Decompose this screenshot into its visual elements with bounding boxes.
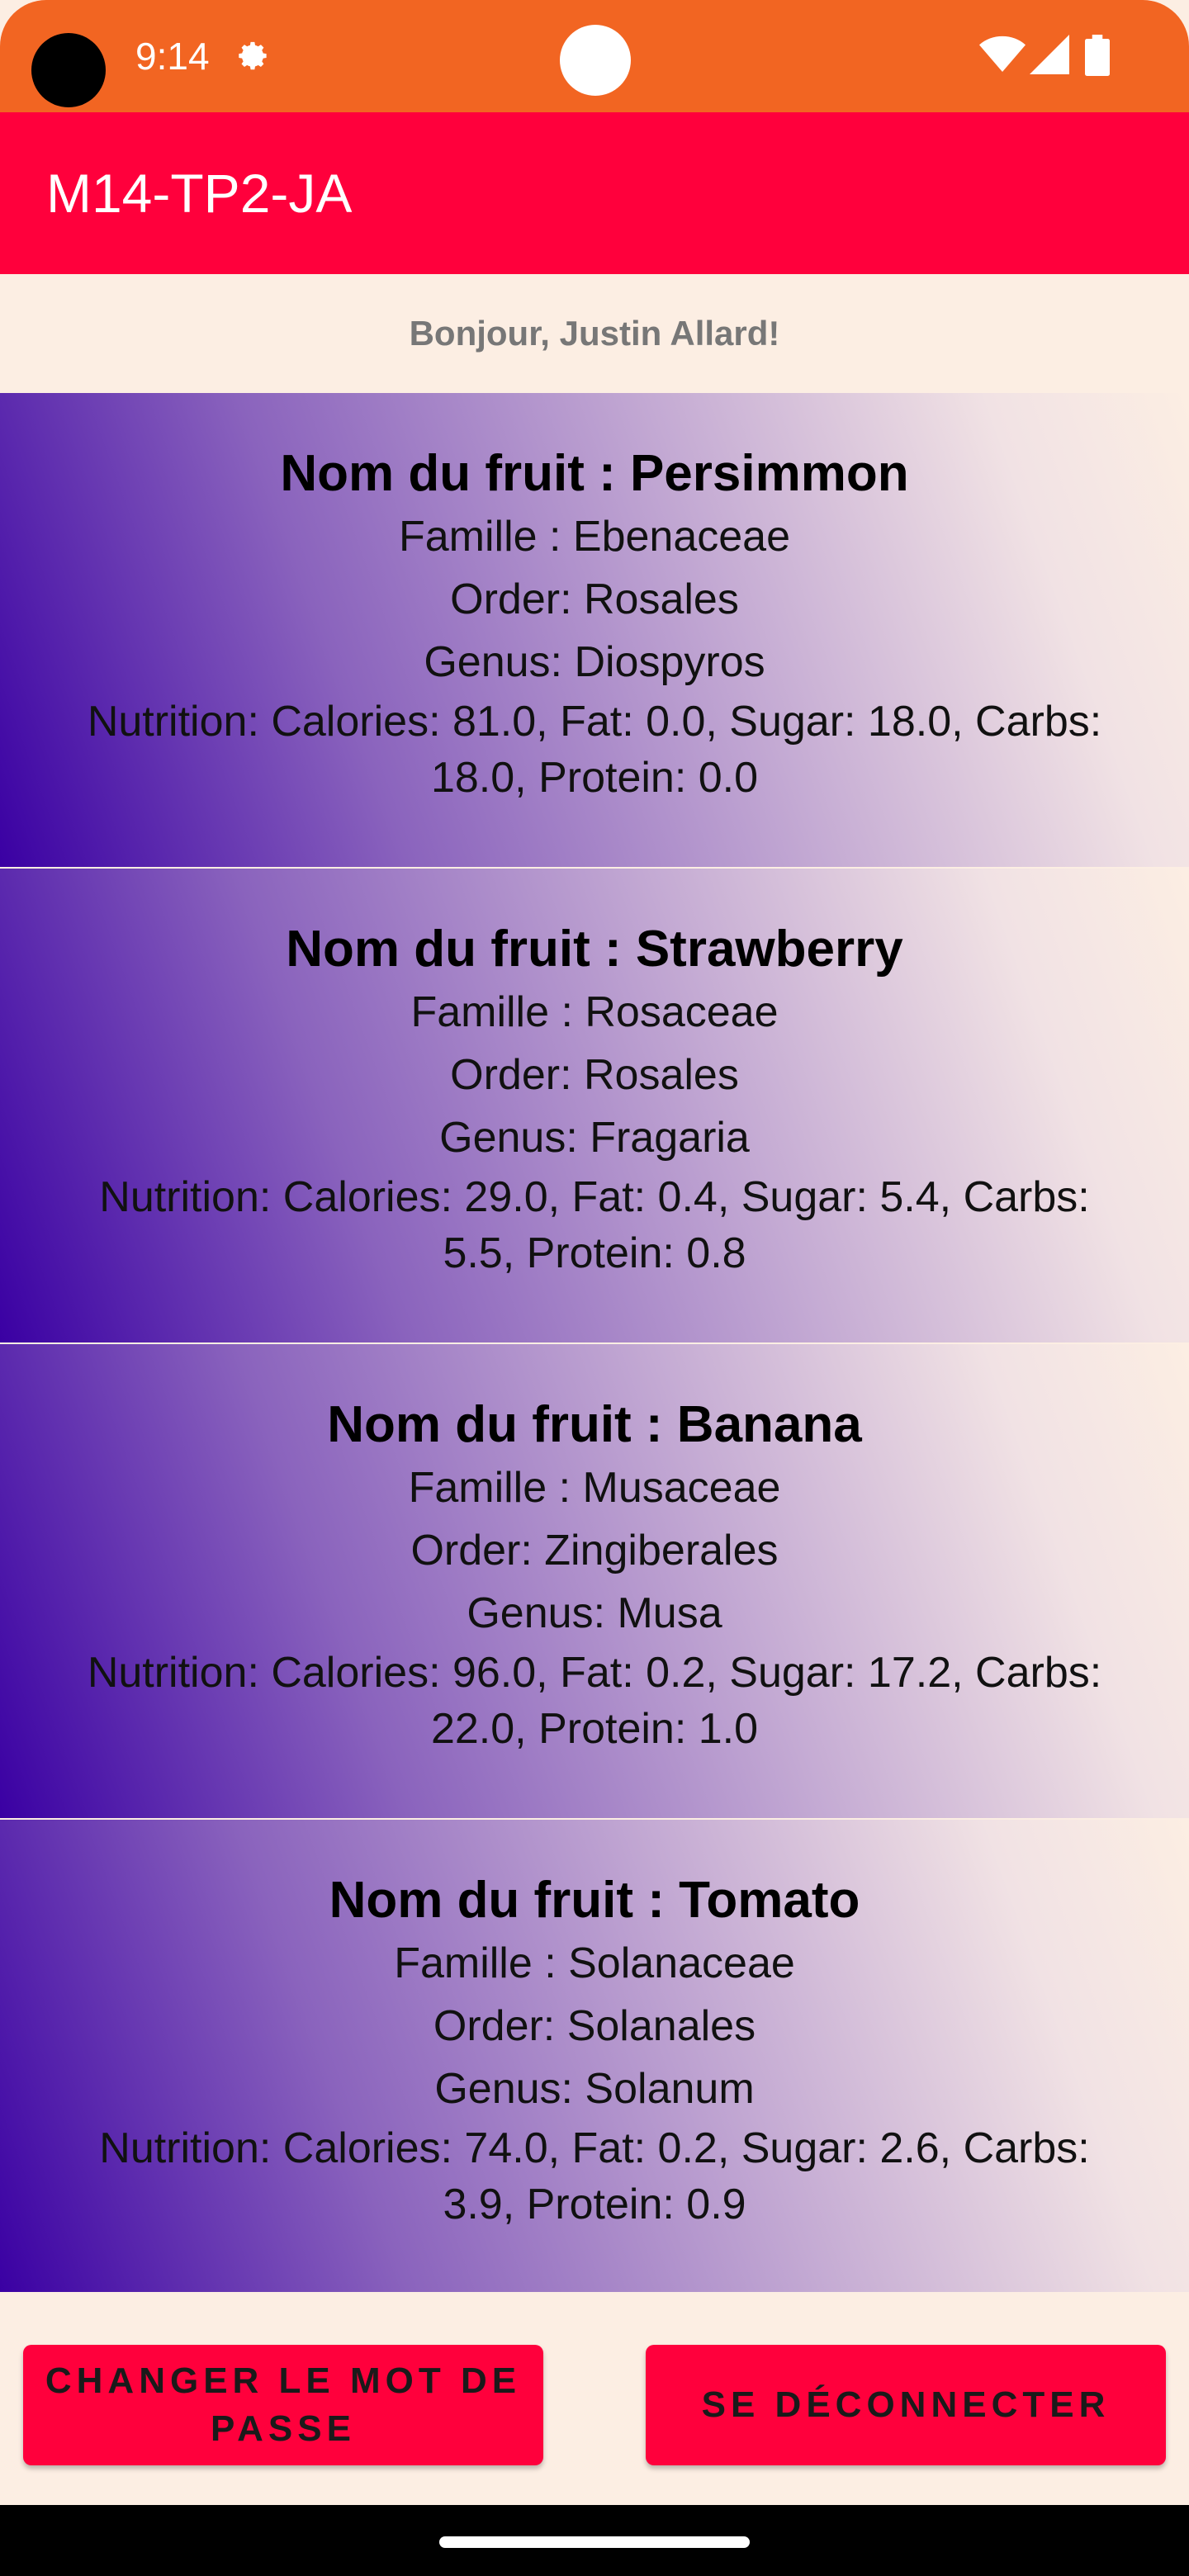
- bottom-action-bar: CHANGER LE MOT DE PASSE SE DÉCONNECTER: [0, 2292, 1189, 2505]
- fruit-name: Nom du fruit : Strawberry: [286, 921, 903, 978]
- navigation-bar: [0, 2505, 1189, 2576]
- fruit-nutrition: Nutrition: Calories: 29.0, Fat: 0.4, Sug…: [99, 1173, 1090, 1277]
- change-password-button[interactable]: CHANGER LE MOT DE PASSE: [23, 2345, 543, 2465]
- logout-button[interactable]: SE DÉCONNECTER: [646, 2345, 1166, 2465]
- camera-cutout: [31, 33, 106, 107]
- fruit-card: Nom du fruit : Banana Famille : Musaceae…: [0, 1344, 1189, 1818]
- fruit-order: Order: Solanales: [433, 2002, 756, 2050]
- fruit-card: Nom du fruit : Tomato Famille : Solanace…: [0, 1820, 1189, 2294]
- fruit-name: Nom du fruit : Persimmon: [280, 445, 909, 502]
- greeting-text: Bonjour, Justin Allard!: [409, 314, 780, 353]
- wifi-icon: [979, 36, 1026, 72]
- fruit-family: Famille : Solanaceae: [394, 1939, 795, 1987]
- fruit-genus: Genus: Diospyros: [424, 638, 765, 686]
- home-indicator[interactable]: [439, 2536, 750, 2548]
- fruit-genus: Genus: Solanum: [434, 2065, 755, 2113]
- fruit-card: Nom du fruit : Persimmon Famille : Ebena…: [0, 393, 1189, 867]
- battery-icon: [1085, 35, 1110, 76]
- fruit-genus: Genus: Fragaria: [439, 1114, 750, 1162]
- fruit-family: Famille : Rosaceae: [410, 988, 779, 1036]
- fruit-name: Nom du fruit : Tomato: [329, 1872, 860, 1929]
- fruit-family: Famille : Musaceae: [408, 1464, 781, 1512]
- fruit-order: Order: Zingiberales: [410, 1527, 779, 1574]
- app-bar: M14-TP2-JA: [0, 112, 1189, 274]
- fruit-order: Order: Rosales: [450, 575, 739, 623]
- settings-icon: [239, 41, 267, 70]
- front-sensor: [560, 25, 631, 96]
- fruit-order: Order: Rosales: [450, 1051, 739, 1099]
- fruit-card: Nom du fruit : Strawberry Famille : Rosa…: [0, 869, 1189, 1342]
- signal-icon: [1030, 35, 1069, 74]
- fruit-genus: Genus: Musa: [467, 1589, 722, 1637]
- fruit-family: Famille : Ebenaceae: [398, 513, 791, 561]
- fruit-nutrition: Nutrition: Calories: 74.0, Fat: 0.2, Sug…: [99, 2124, 1090, 2228]
- fruit-name: Nom du fruit : Banana: [327, 1396, 862, 1453]
- app-title: M14-TP2-JA: [46, 163, 353, 224]
- fruit-nutrition: Nutrition: Calories: 81.0, Fat: 0.0, Sug…: [87, 698, 1102, 802]
- status-bar: 9:14: [0, 0, 1189, 112]
- fruit-nutrition: Nutrition: Calories: 96.0, Fat: 0.2, Sug…: [87, 1649, 1102, 1753]
- status-time: 9:14: [135, 35, 210, 78]
- fruit-list[interactable]: Nom du fruit : Persimmon Famille : Ebena…: [0, 393, 1189, 2295]
